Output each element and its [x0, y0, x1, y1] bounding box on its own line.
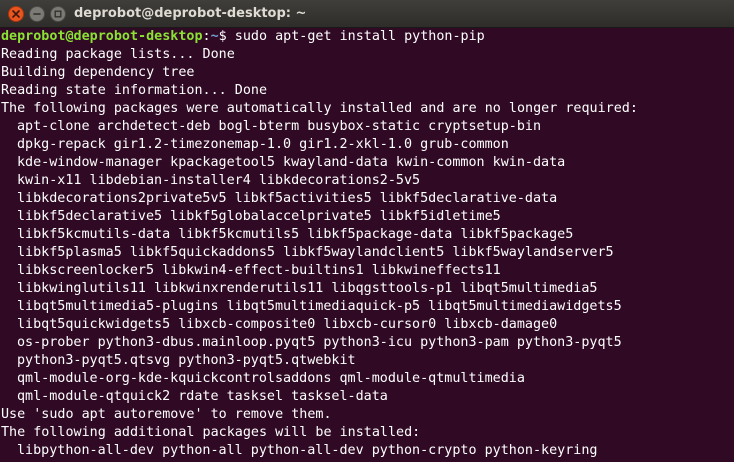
- package-list-line: kde-window-manager kpackagetool5 kwaylan…: [17, 155, 566, 170]
- package-list-line: libkf5plasma5 libkf5quickaddons5 libkf5w…: [17, 245, 614, 260]
- output-line: Reading package lists... Done: [1, 47, 235, 62]
- prompt-symbol: $: [218, 29, 235, 44]
- package-list-line: libkdecorations2private5v5 libkf5activit…: [17, 191, 558, 206]
- window-title: deprobot@deprobot-desktop: ~: [74, 6, 307, 21]
- maximize-button[interactable]: [50, 6, 66, 22]
- package-list-line: libkscreenlocker5 libkwin4-effect-builti…: [17, 263, 501, 278]
- package-list-line: python3-pyqt5.qtsvg python3-pyqt5.qtwebk…: [17, 353, 356, 368]
- close-icon: [12, 10, 20, 18]
- package-list-line: dpkg-repack gir1.2-timezonemap-1.0 gir1.…: [17, 137, 509, 152]
- package-list-line: apt-clone archdetect-deb bogl-bterm busy…: [17, 119, 542, 134]
- package-list-line: libkf5kcmutils-data libkf5kcmutils5 libk…: [17, 227, 574, 242]
- package-list-line: libpython-all-dev python-all python-all-…: [17, 443, 598, 458]
- package-list-line: kwin-x11 libdebian-installer4 libkdecora…: [17, 173, 421, 188]
- package-list-line: libkwinglutils11 libkwinxrenderutils11 l…: [17, 281, 598, 296]
- autoremove-hint: Use 'sudo apt autoremove' to remove them…: [1, 407, 332, 422]
- additional-packages-header: The following additional packages will b…: [1, 425, 421, 440]
- prompt-line: deprobot@deprobot-desktop:~$ sudo apt-ge…: [1, 28, 734, 46]
- output-line: Reading state information... Done: [1, 83, 268, 98]
- prompt-path: ~: [210, 29, 219, 44]
- package-list-line: qml-module-qtquick2 rdate tasksel taskse…: [17, 389, 388, 404]
- minimize-icon: [33, 13, 41, 15]
- output-line: The following packages were automaticall…: [1, 101, 638, 116]
- prompt-separator: :: [202, 29, 211, 44]
- package-list-line: libqt5multimedia5-plugins libqt5multimed…: [17, 299, 622, 314]
- prompt-user-host: deprobot@deprobot-desktop: [1, 29, 203, 44]
- package-list-line: libkf5declarative5 libkf5globalaccelpriv…: [17, 209, 501, 224]
- terminal-window: deprobot@deprobot-desktop: ~ deprobot@de…: [0, 0, 734, 462]
- package-list-line: libqt5quickwidgets5 libxcb-composite0 li…: [17, 317, 558, 332]
- terminal-output[interactable]: deprobot@deprobot-desktop:~$ sudo apt-ge…: [0, 28, 734, 462]
- package-list-line: qml-module-org-kde-kquickcontrolsaddons …: [17, 371, 525, 386]
- prompt-command: sudo apt-get install python-pip: [234, 29, 485, 44]
- maximize-icon: [54, 10, 62, 18]
- package-list-line: os-prober python3-dbus.mainloop.pyqt5 py…: [17, 335, 622, 350]
- output-line: Building dependency tree: [1, 65, 195, 80]
- title-bar[interactable]: deprobot@deprobot-desktop: ~: [0, 0, 734, 28]
- close-button[interactable]: [8, 6, 24, 22]
- minimize-button[interactable]: [29, 6, 45, 22]
